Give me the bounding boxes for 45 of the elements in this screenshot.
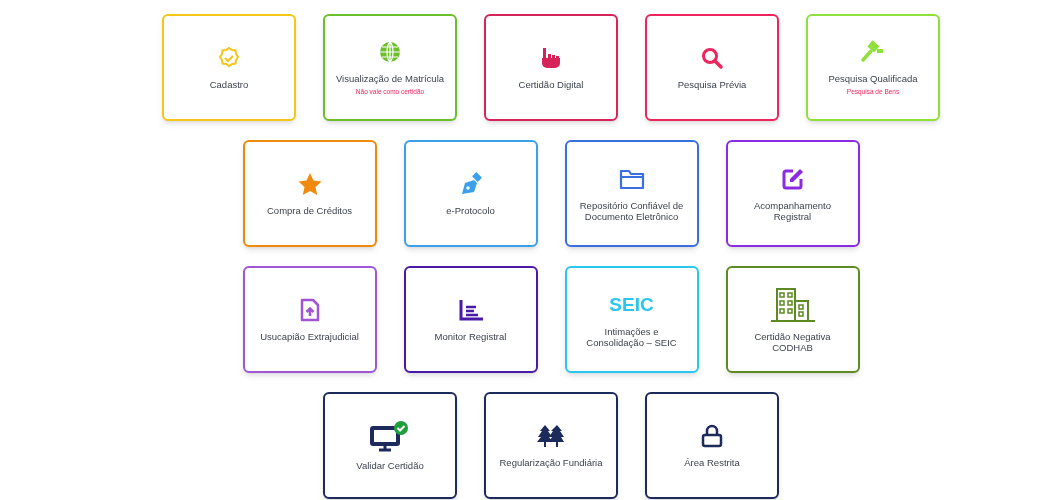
card-label: Pesquisa Qualificada [828,73,918,84]
card-label: e-Protocolo [446,205,495,216]
edit-icon [780,166,805,191]
check-badge-icon [217,46,241,70]
file-upload-icon [299,298,320,322]
service-card[interactable]: Certidão Negativa CODHAB [725,266,860,373]
service-card[interactable]: Cadastro [162,14,296,121]
service-card[interactable]: Área Restrita [645,392,779,499]
building-icon [768,286,817,323]
list-chart-icon [457,299,484,321]
card-label: Certidão Negativa CODHAB [753,330,832,353]
trees-icon [536,424,566,448]
globe-icon [378,40,402,64]
card-label: Monitor Registral [434,331,507,342]
search-icon [700,46,724,70]
service-card[interactable]: Pesquisa Prévia [645,14,779,121]
service-card[interactable]: Usucapião Extrajudicial [242,266,377,373]
card-label: Validar Certidão [356,460,424,471]
card-label: Acompanhamento Registral [752,199,833,222]
folder-icon [618,167,645,190]
service-card[interactable]: Validar Certidão [323,392,457,499]
card-label: Área Restrita [684,457,740,468]
lock-icon [701,424,723,448]
card-label: Pesquisa Prévia [677,79,747,90]
service-card[interactable]: e-Protocolo [403,140,538,247]
logo-text: SEIC [609,295,654,314]
card-label: Usucapião Extrajudicial [260,331,359,342]
card-label: Intimações e Consolidação – SEIC [585,325,678,348]
hand-icon [540,46,562,70]
card-label: Visualização de Matrícula [335,73,445,84]
gavel-icon [860,40,886,64]
service-card[interactable]: Repositório Confiável de Documento Eletrônico [564,140,699,247]
service-card[interactable]: Certidão Digital [484,14,618,121]
star-icon [296,172,323,196]
card-label: Certidão Digital [518,79,584,90]
card-label: Cadastro [209,79,249,90]
card-label: Compra de Créditos [267,205,352,216]
service-card[interactable]: Monitor Registral [403,266,538,373]
card-label: Repositório Confiável de Documento Eletrônico [578,199,685,222]
service-card[interactable]: Compra de Créditos [242,140,377,247]
service-card[interactable]: Acompanhamento Registral [725,140,860,247]
monitor-check-icon [370,420,410,452]
card-label: Regularização Fundiária [499,457,603,468]
service-card[interactable]: Regularização Fundiária [484,392,618,499]
service-card[interactable]: SEIC Intimações e Consolidação – SEIC [564,266,699,373]
